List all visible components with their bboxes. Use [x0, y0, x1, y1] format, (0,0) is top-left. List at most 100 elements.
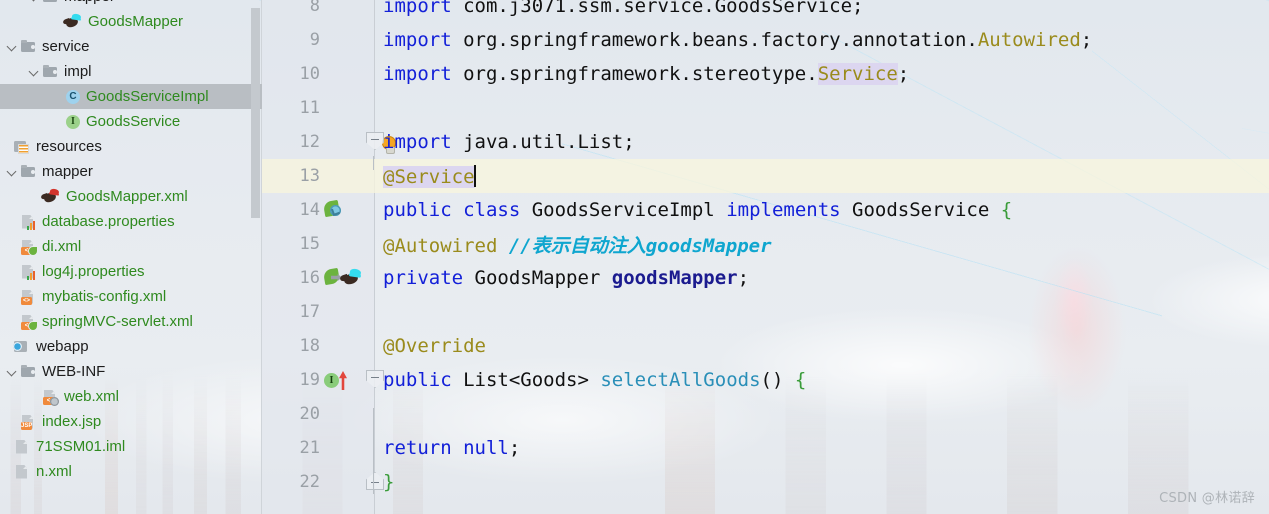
- code-token: {: [1000, 199, 1013, 221]
- tree-item-mapper[interactable]: mapper: [0, 0, 262, 9]
- code-text: private GoodsMapper goodsMapper;: [383, 267, 749, 289]
- tree-arrow-spacer: [50, 90, 63, 103]
- mybatis-bird-gutter-icon[interactable]: [339, 268, 362, 286]
- tree-arrow-spacer: [50, 15, 63, 28]
- code-line[interactable]: 11: [262, 91, 1269, 125]
- code-text: @Autowired //表示自动注入goodsMapper: [383, 231, 772, 258]
- tree-item-goodsservice[interactable]: I GoodsService: [0, 109, 262, 134]
- jsp-file-icon: JSP: [20, 414, 37, 430]
- code-line[interactable]: 20: [262, 397, 1269, 431]
- tree-arrow-spacer: [0, 340, 13, 353]
- code-line[interactable]: 12 import java.util.List;: [262, 125, 1269, 159]
- code-token: GoodsService: [852, 199, 1001, 221]
- line-number: 19: [299, 370, 320, 390]
- code-token: org.springframework.beans.factory.annota…: [451, 29, 978, 51]
- tree-item-label: webapp: [36, 338, 89, 355]
- tree-item-resources[interactable]: resources: [0, 134, 262, 159]
- code-fold-handle-end[interactable]: [366, 472, 384, 490]
- code-line[interactable]: 21 return null;: [262, 431, 1269, 465]
- chevron-down-icon[interactable]: [28, 0, 41, 3]
- tree-item-database-properties[interactable]: database.properties: [0, 209, 262, 234]
- project-tool-window[interactable]: mapper GoodsMapper service impl C GoodsServic…: [0, 0, 262, 514]
- maven-xml-icon: [14, 464, 31, 480]
- tree-item-web-inf[interactable]: WEB-INF: [0, 359, 262, 384]
- code-text: return null;: [383, 437, 520, 459]
- sidebar-scrollbar[interactable]: [249, 0, 262, 514]
- code-line[interactable]: 15 @Autowired //表示自动注入goodsMapper: [262, 227, 1269, 261]
- tree-item-label: resources: [36, 138, 102, 155]
- properties-file-icon: [20, 264, 37, 280]
- code-line[interactable]: 18 @Override: [262, 329, 1269, 363]
- code-token: @Service: [383, 165, 475, 188]
- tree-item-webapp[interactable]: webapp: [0, 334, 262, 359]
- class-icon: C: [64, 89, 81, 105]
- tree-item-n-xml[interactable]: n.xml: [0, 459, 262, 484]
- tree-item-web-xml[interactable]: < web.xml: [0, 384, 262, 409]
- code-line[interactable]: 16 private GoodsMapper goodsMapper;: [262, 261, 1269, 295]
- tree-item-index-jsp[interactable]: JSP index.jsp: [0, 409, 262, 434]
- tree-item-goodsmapper-xml[interactable]: GoodsMapper.xml: [0, 184, 262, 209]
- code-fold-handle[interactable]: [366, 370, 384, 388]
- tree-arrow-spacer: [28, 390, 41, 403]
- tree-item-di-xml[interactable]: < di.xml: [0, 234, 262, 259]
- code-token: return: [383, 437, 464, 459]
- tree-arrow-spacer: [6, 215, 19, 228]
- code-fold-rail: [373, 156, 375, 170]
- code-token: public class: [383, 199, 532, 221]
- line-number: 9: [309, 30, 320, 50]
- chevron-down-icon[interactable]: [6, 40, 19, 53]
- code-line[interactable]: 22}: [262, 465, 1269, 499]
- tree-item-71ssm01-iml[interactable]: 71SSM01.iml: [0, 434, 262, 459]
- code-token: import: [383, 29, 452, 51]
- tree-item-service[interactable]: service: [0, 34, 262, 59]
- tree-item-label: GoodsMapper: [88, 13, 184, 30]
- spring-bean-gutter-icon[interactable]: [322, 199, 346, 221]
- code-text: import org.springframework.stereotype.Se…: [383, 63, 909, 85]
- code-line[interactable]: 10 import org.springframework.stereotype.…: [262, 57, 1269, 91]
- code-fold-rail: [373, 408, 375, 494]
- tree-item-label: 71SSM01.iml: [36, 438, 126, 455]
- code-line[interactable]: 14 public class GoodsServiceImpl implemen…: [262, 193, 1269, 227]
- tree-item-goodsmapper[interactable]: GoodsMapper: [0, 9, 262, 34]
- code-token: org.springframework.stereotype.: [451, 63, 818, 85]
- tree-item-label: mybatis-config.xml: [42, 288, 167, 305]
- code-line[interactable]: 19 Ipublic List<Goods> selectAllGoods() {: [262, 363, 1269, 397]
- tree-item-label: log4j.properties: [42, 263, 145, 280]
- chevron-down-icon[interactable]: [6, 165, 19, 178]
- tree-item-log4j-properties[interactable]: log4j.properties: [0, 259, 262, 284]
- watermark: CSDN @林诺辞: [1159, 491, 1255, 506]
- code-token: List<Goods>: [463, 369, 601, 391]
- code-token: (): [760, 369, 795, 391]
- tree-item-goodsserviceimpl[interactable]: C GoodsServiceImpl: [0, 84, 262, 109]
- code-text: import com.j3071.ssm.service.GoodsServic…: [383, 0, 863, 17]
- code-token: GoodsMapper: [474, 267, 612, 289]
- code-line[interactable]: 13 @Service: [262, 159, 1269, 193]
- code-line[interactable]: 8 import com.j3071.ssm.service.GoodsServi…: [262, 0, 1269, 23]
- folder-icon: [42, 64, 59, 80]
- code-token: Service: [817, 63, 898, 85]
- line-number: 13: [299, 166, 320, 186]
- tree-item-mapper[interactable]: mapper: [0, 159, 262, 184]
- tree-arrow-spacer: [0, 465, 13, 478]
- code-line[interactable]: 17: [262, 295, 1269, 329]
- code-line[interactable]: 9 import org.springframework.beans.factor…: [262, 23, 1269, 57]
- resources-folder-icon: [14, 139, 31, 155]
- project-tree[interactable]: mapper GoodsMapper service impl C GoodsServic…: [0, 0, 262, 484]
- code-token: @Override: [383, 335, 486, 357]
- spring-autowired-gutter-icon[interactable]: [322, 267, 368, 289]
- code-editor[interactable]: 8 import com.j3071.ssm.service.GoodsServi…: [262, 0, 1269, 514]
- code-token: {: [794, 369, 807, 391]
- code-text: }: [383, 471, 394, 493]
- tree-item-impl[interactable]: impl: [0, 59, 262, 84]
- chevron-down-icon[interactable]: [6, 365, 19, 378]
- code-text: import org.springframework.beans.factory…: [383, 29, 1092, 51]
- chevron-down-icon[interactable]: [28, 65, 41, 78]
- iml-file-icon: [14, 439, 31, 455]
- tree-item-mybatis-config-xml[interactable]: <> mybatis-config.xml: [0, 284, 262, 309]
- sidebar-scrollbar-thumb[interactable]: [251, 8, 260, 218]
- spring-xml-icon: <: [20, 314, 38, 331]
- tree-item-springmvc-servlet-xml[interactable]: < springMVC-servlet.xml: [0, 309, 262, 334]
- editor-lines[interactable]: 8 import com.j3071.ssm.service.GoodsServi…: [262, 0, 1269, 499]
- tree-item-label: di.xml: [42, 238, 82, 255]
- implementing-method-gutter-icon[interactable]: I: [324, 369, 354, 391]
